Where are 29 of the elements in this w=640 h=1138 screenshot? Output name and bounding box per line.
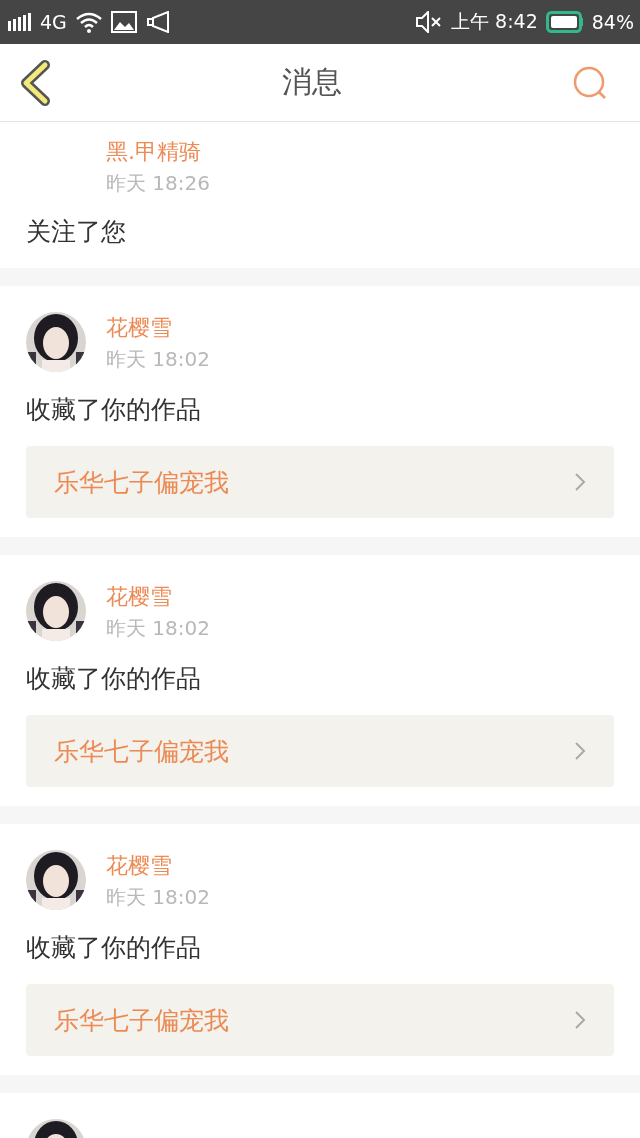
work-link[interactable]: 乐华七子偏宠我 [26,984,614,1056]
back-button[interactable] [18,59,52,106]
user-name[interactable]: 花樱雪 [106,850,172,882]
signal-icon [8,13,32,31]
work-link[interactable]: 乐华七子偏宠我 [26,715,614,787]
clock-time: 上午 8:42 [451,9,538,34]
work-link[interactable]: 乐华七子偏宠我 [26,446,614,518]
activity-text: 收藏了你的作品 [26,394,201,426]
chevron-right-icon [574,1010,586,1030]
activity-text: 关注了您 [26,216,126,248]
chevron-right-icon [574,472,586,492]
user-name[interactable]: 花樱雪 [106,312,172,344]
battery-icon [545,11,584,33]
chevron-right-icon [574,741,586,761]
image-icon [110,11,137,33]
battery-level: 84% [591,11,634,33]
megaphone-icon [144,11,171,33]
user-name[interactable]: 黑.甲精骑 [106,136,201,168]
timestamp: 昨天 18:02 [106,346,210,373]
activity-text: 收藏了你的作品 [26,932,201,964]
timestamp: 昨天 18:02 [106,615,210,642]
network-label: 4G [40,11,67,33]
activity-text: 收藏了你的作品 [26,663,201,695]
timestamp: 昨天 18:02 [106,884,210,911]
timestamp: 昨天 18:26 [106,170,210,197]
mute-icon [415,11,444,33]
page-title: 消息 [282,63,342,101]
wifi-icon [74,11,103,33]
user-name[interactable]: 花樱雪 [106,581,172,613]
